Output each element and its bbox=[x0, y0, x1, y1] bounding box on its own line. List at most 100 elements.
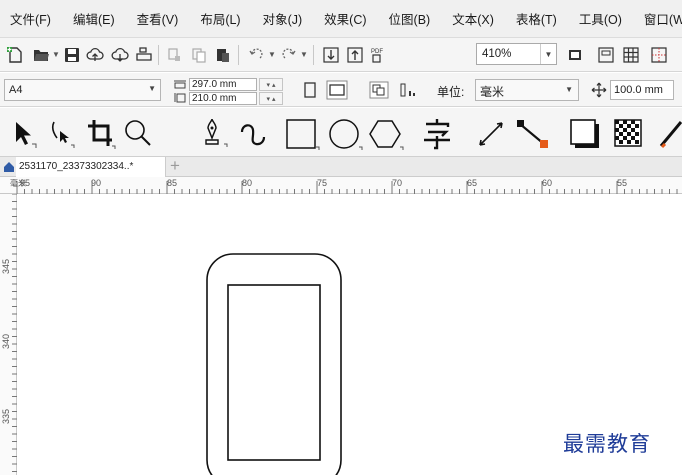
chevron-down-icon[interactable]: ▼ bbox=[540, 44, 556, 64]
export-icon[interactable] bbox=[346, 46, 364, 64]
ruler-label: 60 bbox=[542, 178, 553, 188]
cloud-upload-icon[interactable] bbox=[86, 46, 104, 64]
width-spinner-icon[interactable]: ▾ ▴ bbox=[259, 78, 283, 91]
menu-object[interactable]: 对象(J) bbox=[263, 9, 303, 28]
height-spinner-icon[interactable]: ▾ ▴ bbox=[259, 92, 283, 105]
vertical-ruler[interactable]: 345 340 335 bbox=[0, 194, 17, 475]
ruler-label: 90 bbox=[91, 178, 102, 188]
tab-document[interactable]: 2531170_23373302334..* bbox=[16, 157, 166, 177]
portrait-orientation-icon[interactable] bbox=[302, 81, 318, 99]
pdf-label: PDF bbox=[371, 49, 383, 55]
ruler-ticks bbox=[16, 181, 678, 194]
rectangle-tool[interactable] bbox=[284, 114, 322, 152]
show-grid-icon[interactable] bbox=[622, 46, 640, 64]
ellipse-tool[interactable] bbox=[327, 114, 365, 152]
menu-layout[interactable]: 布局(L) bbox=[200, 9, 240, 28]
redo-icon[interactable] bbox=[280, 46, 298, 64]
ruler-label: 95 bbox=[20, 178, 31, 188]
ruler-label: 80 bbox=[242, 178, 253, 188]
checkerboard-icon bbox=[614, 119, 642, 147]
artistic-media-tool[interactable] bbox=[234, 114, 272, 152]
ruler-label: 70 bbox=[392, 178, 403, 188]
zoom-level-select[interactable]: 410% ▼ bbox=[476, 43, 557, 65]
redo-dropdown-icon[interactable]: ▼ bbox=[300, 50, 308, 59]
transparency-tool[interactable] bbox=[610, 114, 648, 152]
polygon-tool[interactable] bbox=[368, 114, 406, 152]
full-screen-icon[interactable] bbox=[566, 46, 584, 64]
unit-label: 单位: bbox=[437, 85, 465, 99]
page-size-select[interactable]: A4 ▼ bbox=[4, 79, 161, 101]
home-icon[interactable] bbox=[3, 161, 15, 173]
cut-icon[interactable] bbox=[166, 46, 184, 64]
inner-rectangle-shape[interactable] bbox=[227, 284, 321, 461]
text-tool[interactable] bbox=[418, 114, 456, 152]
undo-icon[interactable] bbox=[247, 46, 265, 64]
print-icon[interactable] bbox=[135, 46, 153, 64]
rounded-rectangle-shape[interactable] bbox=[206, 253, 342, 475]
page-height-field[interactable]: 210.0 mm bbox=[189, 92, 257, 105]
ruler-label: 335 bbox=[1, 408, 11, 424]
rectangle-icon bbox=[286, 119, 320, 150]
menu-file[interactable]: 文件(F) bbox=[10, 9, 51, 28]
page-size-value: A4 bbox=[9, 84, 23, 96]
watermark: 最需教育 bbox=[563, 432, 651, 456]
horizontal-ruler[interactable]: 毫米 95 90 85 80 75 70 65 60 55 bbox=[0, 177, 682, 194]
curve-brush-icon bbox=[240, 124, 266, 146]
unit-value: 毫米 bbox=[480, 85, 505, 99]
open-folder-icon[interactable] bbox=[32, 46, 50, 64]
menu-effects[interactable]: 效果(C) bbox=[324, 9, 366, 28]
dimension-tool[interactable] bbox=[472, 114, 510, 152]
menu-bar: 文件(F) 编辑(E) 查看(V) 布局(L) 对象(J) 效果(C) 位图(B… bbox=[0, 0, 682, 38]
chevron-down-icon[interactable]: ▼ bbox=[565, 85, 573, 94]
import-icon[interactable] bbox=[322, 46, 340, 64]
page-width-icon bbox=[174, 80, 186, 89]
ruler-label: 75 bbox=[317, 178, 328, 188]
freehand-tool[interactable] bbox=[194, 114, 232, 152]
save-icon[interactable] bbox=[63, 46, 81, 64]
magnifier-icon bbox=[125, 120, 151, 146]
open-dropdown-icon[interactable]: ▼ bbox=[52, 50, 60, 59]
pick-arrow-icon bbox=[16, 122, 37, 148]
copy-icon[interactable] bbox=[190, 46, 208, 64]
all-pages-icon[interactable] bbox=[369, 81, 389, 99]
shape-tool[interactable] bbox=[40, 114, 78, 152]
new-document-icon[interactable] bbox=[6, 46, 24, 64]
drop-shadow-tool[interactable] bbox=[566, 114, 604, 152]
zoom-value: 410% bbox=[482, 48, 512, 60]
menu-bitmap[interactable]: 位图(B) bbox=[389, 9, 431, 28]
paste-icon[interactable] bbox=[214, 46, 232, 64]
chevron-down-icon[interactable]: ▼ bbox=[148, 84, 156, 93]
connector-tool[interactable] bbox=[514, 114, 552, 152]
drop-shadow-icon bbox=[570, 119, 599, 148]
cloud-download-icon[interactable] bbox=[111, 46, 129, 64]
menu-text[interactable]: 文本(X) bbox=[452, 9, 494, 28]
pen-nib-icon bbox=[205, 118, 228, 147]
menu-view[interactable]: 查看(V) bbox=[137, 9, 179, 28]
document-tab-bar: 2531170_23373302334..* + bbox=[0, 157, 682, 177]
nudge-distance-field[interactable]: 100.0 mm bbox=[610, 80, 674, 100]
ruler-label: 65 bbox=[467, 178, 478, 188]
menu-tools[interactable]: 工具(O) bbox=[579, 9, 622, 28]
show-rulers-icon[interactable] bbox=[597, 46, 615, 64]
show-guidelines-icon[interactable] bbox=[650, 46, 668, 64]
ruler-label: 85 bbox=[167, 178, 178, 188]
current-page-icon[interactable] bbox=[399, 82, 417, 98]
dimension-line-icon bbox=[479, 122, 503, 146]
text-character-icon bbox=[424, 119, 450, 150]
unit-select[interactable]: 毫米 ▼ bbox=[475, 79, 579, 101]
undo-dropdown-icon[interactable]: ▼ bbox=[268, 50, 276, 59]
ruler-label: 55 bbox=[617, 178, 628, 188]
menu-window[interactable]: 窗口(W) bbox=[644, 9, 682, 28]
page-width-field[interactable]: 297.0 mm bbox=[189, 78, 257, 91]
publish-pdf-icon[interactable]: PDF bbox=[370, 46, 388, 64]
zoom-tool[interactable] bbox=[118, 114, 156, 152]
crop-tool[interactable] bbox=[80, 114, 118, 152]
add-tab-button[interactable]: + bbox=[170, 157, 180, 175]
page-height-icon bbox=[174, 93, 186, 103]
menu-table[interactable]: 表格(T) bbox=[516, 9, 557, 28]
landscape-orientation-icon[interactable] bbox=[326, 80, 348, 100]
menu-edit[interactable]: 编辑(E) bbox=[73, 9, 115, 28]
pick-tool[interactable] bbox=[2, 114, 40, 152]
ruler-label: 345 bbox=[1, 258, 11, 274]
eyedropper-tool[interactable] bbox=[655, 114, 682, 152]
